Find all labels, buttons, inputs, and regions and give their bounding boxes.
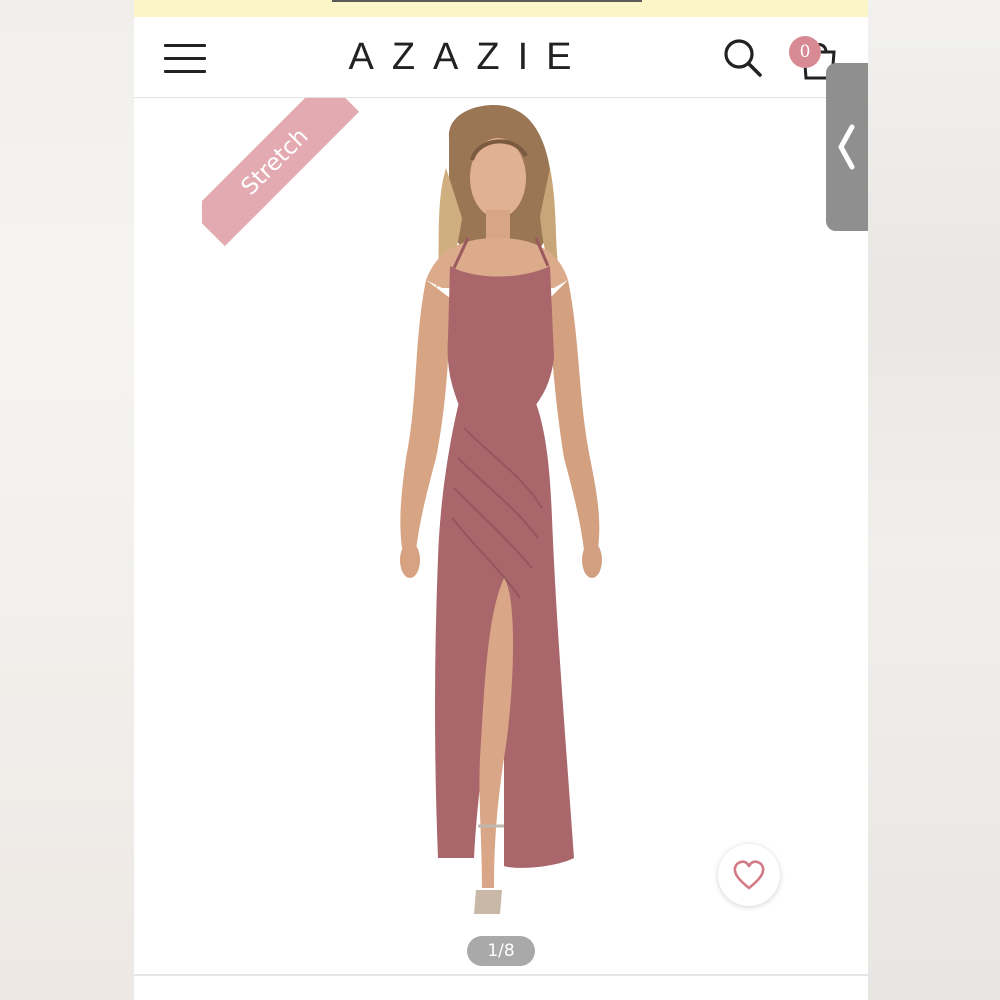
phone-screen: AZAZIE 0 Stretch 1/8 xyxy=(134,0,868,1000)
promo-banner-underline xyxy=(332,0,642,2)
search-icon[interactable] xyxy=(722,37,764,79)
promo-banner[interactable] xyxy=(134,0,868,17)
hamburger-menu-icon[interactable] xyxy=(164,42,206,76)
stretch-ribbon: Stretch xyxy=(202,98,374,270)
stretch-badge: Stretch xyxy=(202,98,360,247)
product-image-carousel[interactable]: Stretch xyxy=(134,98,868,974)
chevron-left-icon xyxy=(838,124,855,170)
product-model-image xyxy=(400,105,602,914)
background-right xyxy=(868,0,1000,1000)
favorite-button[interactable] xyxy=(718,844,780,906)
background-left xyxy=(0,0,134,1000)
image-counter: 1/8 xyxy=(467,936,535,966)
brand-logo[interactable]: AZAZIE xyxy=(339,35,599,79)
cart-count-badge: 0 xyxy=(789,36,821,68)
side-drawer-tab[interactable] xyxy=(826,63,868,231)
heart-icon xyxy=(733,860,765,890)
site-header: AZAZIE 0 xyxy=(134,17,868,98)
divider xyxy=(134,974,868,976)
